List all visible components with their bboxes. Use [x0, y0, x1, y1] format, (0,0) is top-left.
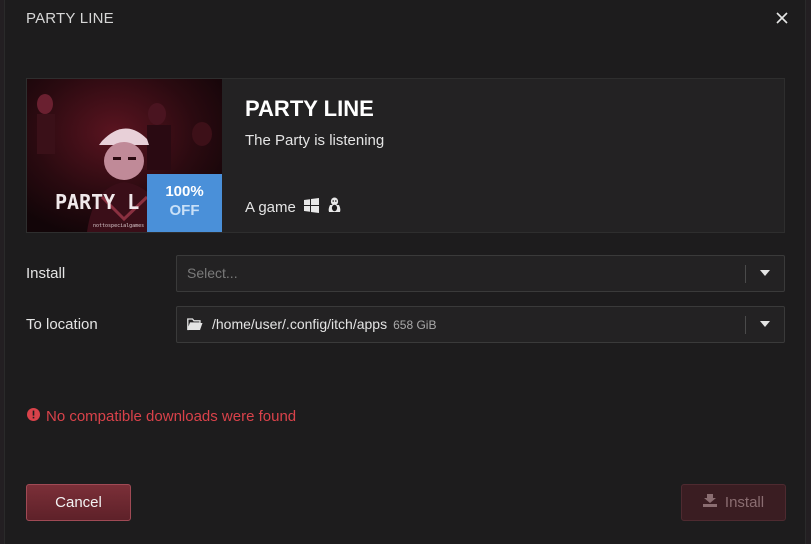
game-title: PARTY LINE [245, 96, 374, 121]
cancel-button[interactable]: Cancel [26, 484, 131, 521]
error-icon [27, 408, 40, 425]
location-select[interactable]: /home/user/.config/itch/apps 658 GiB [176, 306, 785, 343]
install-select[interactable]: Select... [176, 255, 785, 292]
game-card: PARTY L nottospecialgames 100% OFF PARTY… [26, 78, 785, 233]
windows-icon [303, 197, 319, 217]
close-icon [776, 12, 788, 24]
sale-percent: 100% [165, 183, 204, 200]
location-size: 658 GiB [393, 318, 437, 332]
chevron-down-icon[interactable] [760, 270, 770, 276]
location-value: /home/user/.config/itch/apps 658 GiB [212, 316, 436, 332]
error-text: No compatible downloads were found [46, 408, 297, 425]
install-label: Install [26, 265, 66, 282]
dialog-title: PARTY LINE [26, 10, 114, 27]
folder-open-icon [187, 318, 203, 336]
game-cover: PARTY L nottospecialgames 100% OFF [27, 79, 222, 232]
download-icon [702, 494, 717, 511]
select-separator [745, 265, 746, 283]
location-path: /home/user/.config/itch/apps [212, 316, 388, 332]
close-button[interactable] [775, 11, 789, 25]
cover-title-text: PARTY L [55, 190, 139, 214]
install-select-placeholder: Select... [187, 265, 238, 281]
game-tagline: The Party is listening [245, 132, 385, 149]
install-button[interactable]: Install [681, 484, 786, 521]
sale-off-label: OFF [169, 202, 200, 219]
location-label: To location [26, 316, 98, 333]
install-dialog: PARTY LINE PARTY L nottospecialgames 100… [4, 0, 806, 544]
chevron-down-icon[interactable] [760, 321, 770, 327]
game-type-label: A game [245, 198, 296, 216]
cover-credit-text: nottospecialgames [93, 223, 144, 229]
install-button-label: Install [724, 494, 765, 511]
game-type: A game [245, 197, 342, 217]
select-separator [745, 316, 746, 334]
error-message: No compatible downloads were found [27, 408, 296, 425]
sale-badge: 100% OFF [147, 174, 222, 232]
linux-icon [327, 197, 342, 217]
